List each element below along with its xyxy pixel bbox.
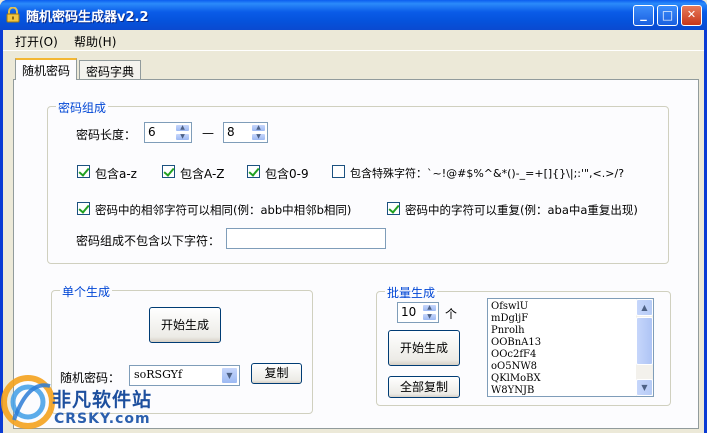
list-item[interactable]: mDgljF (491, 313, 528, 325)
length-max-up-icon[interactable]: ▲ (251, 124, 266, 132)
list-item[interactable]: Pnrolh (491, 325, 525, 337)
scroll-down-icon[interactable]: ▼ (636, 379, 653, 396)
include-lowercase-checkbox[interactable] (77, 165, 90, 178)
batch-count-down-icon[interactable]: ▼ (422, 313, 437, 321)
allow-repeat-checkbox[interactable] (387, 202, 400, 215)
window-title: 随机密码生成器v2.2 (26, 10, 149, 25)
scroll-thumb[interactable] (636, 317, 653, 365)
list-item[interactable]: OOBnA13 (491, 337, 541, 349)
minimize-button[interactable]: _ (633, 5, 654, 26)
include-lowercase-label: 包含a-z (95, 167, 137, 181)
list-item[interactable]: oO5NW8 (491, 361, 537, 373)
include-uppercase-label: 包含A-Z (180, 167, 225, 181)
menu-open[interactable]: 打开(O) (15, 33, 58, 50)
length-min-down-icon[interactable]: ▼ (175, 133, 190, 141)
allow-repeat-label: 密码中的字符可以重复(例：aba中a重复出现) (405, 203, 638, 217)
composition-group: 密码组成 密码长度： 6 ▲ ▼ — 8 ▲ ▼ 包含a-z 包含A-Z 包含0… (47, 99, 669, 264)
batch-results-list[interactable]: OfswlU mDgljF Pnrolh OOBnA13 OOc2fF4 oO5… (487, 298, 654, 397)
composition-group-title: 密码组成 (56, 99, 109, 116)
list-item[interactable]: OfswlU (491, 301, 528, 313)
batch-group: 批量生成 10 ▲ ▼ 个 开始生成 全部复制 OfswlU mDgljF Pn… (376, 284, 671, 406)
tab-random-password[interactable]: 随机密码 (15, 58, 78, 80)
single-group-title: 单个生成 (60, 283, 113, 300)
single-generate-button[interactable]: 开始生成 (149, 307, 221, 343)
chevron-down-icon[interactable]: ▼ (221, 367, 238, 384)
copy-all-button[interactable]: 全部复制 (388, 376, 460, 398)
include-special-checkbox[interactable] (332, 165, 345, 178)
results-scrollbar[interactable]: ▲ ▼ (636, 299, 653, 396)
menu-bar: 打开(O) 帮助(H) (3, 30, 704, 51)
batch-count-unit: 个 (445, 307, 458, 321)
close-button[interactable]: ✕ (681, 5, 702, 26)
batch-count-value: 10 (401, 305, 417, 319)
list-item[interactable]: OOc2fF4 (491, 349, 536, 361)
batch-generate-button[interactable]: 开始生成 (388, 330, 460, 366)
length-max-spinner[interactable]: 8 ▲ ▼ (223, 122, 268, 143)
length-separator: — (202, 126, 214, 140)
scroll-up-icon[interactable]: ▲ (636, 299, 653, 316)
exclude-label: 密码组成不包含以下字符： (76, 234, 221, 248)
adjacent-same-label: 密码中的相邻字符可以相同(例：abb中相邻b相同) (95, 203, 352, 217)
watermark-name: 非凡软件站 (52, 389, 153, 411)
include-special-label: 包含特殊字符：`~!@#$%^&*()-_=+[]{}\|;:'",<.>/? (350, 167, 625, 180)
include-digits-label: 包含0-9 (265, 167, 309, 181)
length-min-value: 6 (148, 125, 156, 139)
length-max-value: 8 (227, 125, 235, 139)
batch-group-title: 批量生成 (385, 284, 438, 301)
lock-icon (6, 7, 20, 23)
watermark-domain: CRSKY.com (54, 411, 151, 427)
length-min-spinner[interactable]: 6 ▲ ▼ (144, 122, 192, 143)
title-bar[interactable]: 随机密码生成器v2.2 _ □ ✕ (0, 0, 707, 30)
batch-count-spinner[interactable]: 10 ▲ ▼ (397, 302, 439, 323)
exclude-chars-input[interactable] (226, 228, 386, 249)
list-item[interactable]: QKlMoBX (491, 373, 541, 385)
maximize-button[interactable]: □ (657, 5, 678, 26)
list-item[interactable]: W8YNJB (491, 385, 534, 396)
include-digits-checkbox[interactable] (247, 165, 260, 178)
length-min-up-icon[interactable]: ▲ (175, 124, 190, 132)
length-label: 密码长度： (76, 128, 137, 142)
batch-count-up-icon[interactable]: ▲ (422, 304, 437, 312)
tab-password-dictionary[interactable]: 密码字典 (79, 60, 142, 79)
include-uppercase-checkbox[interactable] (162, 165, 175, 178)
adjacent-same-checkbox[interactable] (77, 202, 90, 215)
length-max-down-icon[interactable]: ▼ (251, 133, 266, 141)
app-window: 随机密码生成器v2.2 _ □ ✕ 打开(O) 帮助(H) 随机密码 密码字典 … (0, 0, 707, 433)
menu-help[interactable]: 帮助(H) (74, 33, 116, 50)
copy-button[interactable]: 复制 (251, 363, 302, 384)
